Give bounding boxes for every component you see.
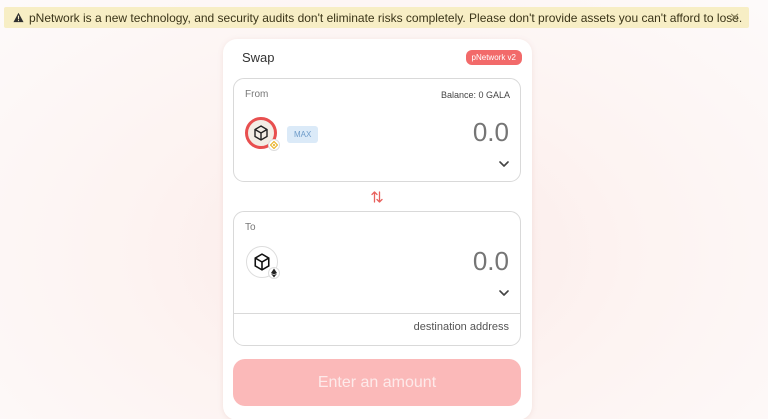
destination-address-input[interactable] [269,321,509,333]
ethereum-chain-icon [268,267,280,279]
close-icon[interactable]: ✕ [729,10,740,26]
enter-amount-button[interactable]: Enter an amount [233,359,521,406]
to-amount-input[interactable] [389,246,509,277]
to-label: To [245,222,256,233]
swap-card: Swap pNetwork v2 From Balance: 0 GALA MA… [223,39,532,419]
version-badge: pNetwork v2 [465,50,522,65]
max-button[interactable]: MAX [287,126,319,143]
chevron-down-icon[interactable] [499,290,509,297]
card-title: Swap [242,50,275,65]
risk-warning-banner: pNetwork is a new technology, and securi… [4,7,749,28]
divider [234,313,520,314]
warning-icon [13,12,24,23]
gala-token-icon [254,125,268,141]
banner-text: pNetwork is a new technology, and securi… [29,10,743,25]
from-label: From [245,89,269,100]
swap-direction-icon[interactable] [370,190,384,204]
balance-text: Balance: 0 GALA [440,90,510,100]
bnb-chain-icon [268,139,280,151]
to-panel: To [233,211,521,346]
from-panel: From Balance: 0 GALA MAX [233,78,521,182]
chevron-down-icon[interactable] [499,161,509,168]
from-amount-input[interactable] [389,117,509,148]
